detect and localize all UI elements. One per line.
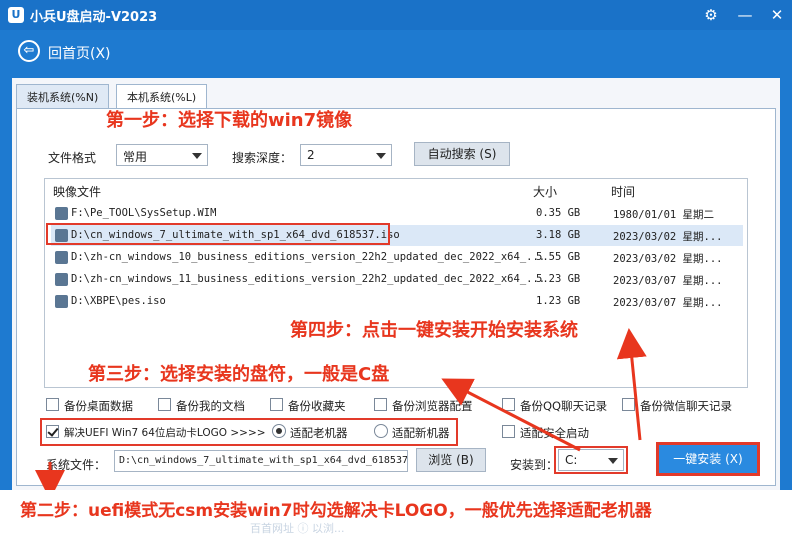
minimize-button[interactable]: —	[734, 4, 756, 26]
tab-install-system[interactable]: 装机系统(%N)	[16, 84, 110, 108]
column-header-size: 大小	[533, 185, 558, 199]
depth-label: 搜索深度：	[232, 151, 293, 165]
file-name: D:\XBPE\pes.iso	[71, 295, 166, 307]
highlight-boot-options	[40, 418, 458, 446]
backup-favorites-label: 备份收藏夹	[288, 399, 346, 413]
annotation-step4: 第四步：点击一键安装开始安装系统	[290, 320, 578, 341]
file-name: F:\Pe_TOOL\SysSetup.WIM	[71, 207, 217, 219]
depth-value: 2	[307, 148, 315, 162]
bottom-hint: 百首网址 ⓘ 以浏...	[250, 522, 345, 535]
depth-select[interactable]: 2	[300, 144, 392, 166]
file-row[interactable]: F:\Pe_TOOL\SysSetup.WIM 0.35 GB 1980/01/…	[51, 203, 743, 224]
auto-search-button[interactable]: 自动搜索 (S)	[414, 142, 510, 166]
app-logo-icon: U	[8, 7, 24, 23]
file-size: 5.23 GB	[536, 273, 581, 285]
disc-image-icon	[55, 207, 68, 220]
title-bar: U 小兵U盘启动-V2023 ⚙ — ✕	[0, 0, 792, 30]
browse-button[interactable]: 浏览 (B)	[416, 448, 486, 472]
format-select[interactable]: 常用	[116, 144, 208, 166]
backup-desktop-label: 备份桌面数据	[64, 399, 133, 413]
window-title: 小兵U盘启动-V2023	[30, 10, 158, 25]
file-name: D:\zh-cn_windows_11_business_editions_ve…	[71, 273, 546, 285]
file-time: 2023/03/07 星期...	[613, 275, 723, 287]
backup-browser-checkbox[interactable]	[374, 398, 387, 411]
secure-boot-checkbox[interactable]	[502, 425, 515, 438]
annotation-step3: 第三步：选择安装的盘符，一般是C盘	[88, 364, 390, 385]
disc-image-icon	[55, 273, 68, 286]
backup-qq-checkbox[interactable]	[502, 398, 515, 411]
install-to-label: 安装到：	[510, 458, 559, 472]
backup-qq-label: 备份QQ聊天记录	[520, 399, 608, 413]
column-header-time: 时间	[611, 185, 636, 199]
disc-image-icon	[55, 251, 68, 264]
annotation-step2: 第二步：uefi模式无csm安装win7时勾选解决卡LOGO，一般优先选择适配老…	[20, 501, 652, 521]
image-file-list: 映像文件 大小 时间 F:\Pe_TOOL\SysSetup.WIM 0.35 …	[44, 178, 748, 388]
file-row[interactable]: D:\zh-cn_windows_10_business_editions_ve…	[51, 247, 743, 268]
file-row[interactable]: D:\XBPE\pes.iso 1.23 GB 2023/03/07 星期...	[51, 291, 743, 312]
file-time: 1980/01/01 星期二	[613, 209, 715, 221]
file-time: 2023/03/07 星期...	[613, 297, 723, 309]
file-row[interactable]: D:\zh-cn_windows_11_business_editions_ve…	[51, 269, 743, 290]
back-home-link[interactable]: 回首页(X)	[48, 43, 111, 63]
chevron-down-icon	[192, 153, 202, 159]
highlight-selected-file	[46, 223, 390, 245]
file-time: 2023/03/02 星期...	[613, 231, 723, 243]
backup-wechat-checkbox[interactable]	[622, 398, 635, 411]
backup-favorites-checkbox[interactable]	[270, 398, 283, 411]
close-button[interactable]: ✕	[766, 4, 788, 26]
highlight-install-drive	[554, 446, 628, 474]
format-label: 文件格式	[48, 151, 97, 165]
file-size: 1.23 GB	[536, 295, 581, 307]
secure-boot-label: 适配安全启动	[520, 426, 589, 440]
file-name: D:\zh-cn_windows_10_business_editions_ve…	[71, 251, 546, 263]
system-file-path-input[interactable]: D:\cn_windows_7_ultimate_with_sp1_x64_dv…	[114, 450, 408, 472]
file-size: 5.55 GB	[536, 251, 581, 263]
back-arrow-icon[interactable]: ⇦	[18, 40, 40, 62]
one-click-install-button[interactable]: 一键安装 (X)	[656, 442, 760, 476]
backup-documents-checkbox[interactable]	[158, 398, 171, 411]
backup-browser-label: 备份浏览器配置	[392, 399, 473, 413]
format-value: 常用	[123, 150, 148, 164]
system-file-label: 系统文件：	[46, 458, 107, 472]
tab-local-system[interactable]: 本机系统(%L)	[116, 84, 208, 108]
disc-image-icon	[55, 295, 68, 308]
app-window: U 小兵U盘启动-V2023 ⚙ — ✕ ⇦ 回首页(X) 装机系统(%N) 本…	[0, 0, 792, 543]
annotation-step1: 第一步：选择下载的win7镜像	[106, 110, 353, 131]
file-size: 0.35 GB	[536, 207, 581, 219]
chevron-down-icon	[376, 153, 386, 159]
backup-wechat-label: 备份微信聊天记录	[640, 399, 732, 413]
file-size: 3.18 GB	[536, 229, 581, 241]
backup-documents-label: 备份我的文档	[176, 399, 245, 413]
column-header-file: 映像文件	[53, 185, 102, 199]
backup-desktop-checkbox[interactable]	[46, 398, 59, 411]
settings-icon[interactable]: ⚙	[700, 4, 722, 26]
nav-bar: ⇦ 回首页(X)	[0, 30, 792, 72]
file-time: 2023/03/02 星期...	[613, 253, 723, 265]
